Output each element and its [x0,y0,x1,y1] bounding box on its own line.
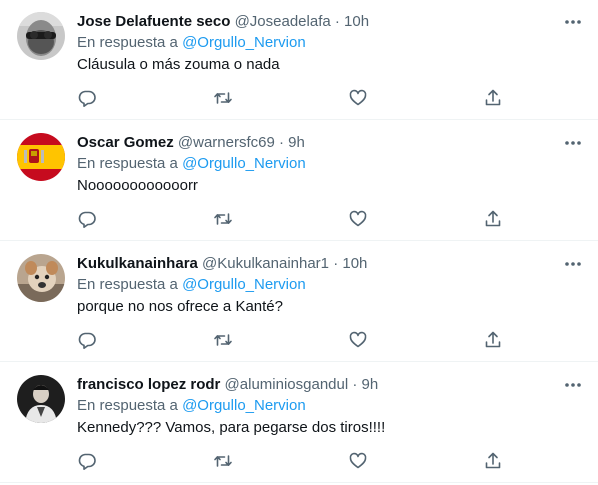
reply-context: En respuesta a @Orgullo_Nervion [77,396,306,416]
reply-button[interactable] [77,330,97,350]
reply-button[interactable] [77,451,97,471]
timestamp[interactable]: 9h [362,376,379,393]
more-icon [565,262,581,266]
author-handle[interactable]: @Kukulkanainhar1 [202,255,329,272]
reply-mention-link[interactable]: @Orgullo_Nervion [182,155,306,172]
retweet-icon [214,334,232,346]
reply-button[interactable] [77,209,97,229]
tweet-actions [0,451,598,471]
like-button[interactable] [348,330,368,350]
separator: · [333,255,339,272]
author-name[interactable]: francisco lopez rodr [77,376,220,393]
timestamp[interactable]: 10h [342,255,367,272]
reply-mention-link[interactable]: @Orgullo_Nervion [182,34,306,51]
avatar[interactable] [17,12,65,60]
more-icon [565,383,581,387]
tweet-text: Noooooooooooorr [77,177,198,194]
author-name[interactable]: Kukulkanainhara [77,255,198,272]
author-handle[interactable]: @Joseadelafa [235,13,331,30]
tweet[interactable]: Kukulkanainhara @Kukulkanainhar1 · 10h E… [0,242,598,362]
retweet-button[interactable] [213,451,233,471]
reply-mention-link[interactable]: @Orgullo_Nervion [182,276,306,293]
share-button[interactable] [483,88,503,108]
separator: · [279,134,284,151]
tweet-text: Kennedy??? Vamos, para pegarse dos tiros… [77,419,386,436]
retweet-button[interactable] [213,88,233,108]
tweet[interactable]: francisco lopez rodr @aluminiosgandul · … [0,363,598,483]
tweet-header: francisco lopez rodr @aluminiosgandul · … [77,375,378,395]
like-icon [349,210,367,227]
reply-button[interactable] [77,88,97,108]
tweet-text: Cláusula o más zouma o nada [77,56,280,73]
retweet-icon [214,213,232,225]
more-button[interactable] [562,375,584,395]
more-icon [565,141,581,145]
retweet-icon [214,92,232,104]
more-button[interactable] [562,254,584,274]
reply-context: En respuesta a @Orgullo_Nervion [77,275,306,295]
separator: · [334,13,340,30]
like-button[interactable] [348,209,368,229]
author-handle[interactable]: @warnersfc69 [178,134,275,151]
reply-icon [78,332,96,349]
retweet-icon [214,455,232,467]
avatar[interactable] [17,375,65,423]
share-button[interactable] [483,209,503,229]
author-handle[interactable]: @aluminiosgandul [225,376,349,393]
tweet-header: Oscar Gomez @warnersfc69 · 9h [77,133,305,153]
separator: · [352,376,358,393]
like-icon [349,452,367,469]
reply-prefix: En respuesta a [77,34,178,51]
tweet[interactable]: Jose Delafuente seco @Joseadelafa · 10h … [0,0,598,120]
more-button[interactable] [562,133,584,153]
like-icon [349,331,367,348]
reply-context: En respuesta a @Orgullo_Nervion [77,33,306,53]
reply-icon [78,453,96,470]
reply-feed: Jose Delafuente seco @Joseadelafa · 10h … [0,0,598,485]
tweet-actions [0,88,598,108]
like-icon [349,89,367,106]
reply-prefix: En respuesta a [77,155,178,172]
avatar[interactable] [17,133,65,181]
reply-context: En respuesta a @Orgullo_Nervion [77,154,306,174]
share-icon [485,210,501,227]
retweet-button[interactable] [213,330,233,350]
share-icon [485,89,501,106]
author-name[interactable]: Oscar Gomez [77,134,174,151]
reply-icon [78,90,96,107]
share-button[interactable] [483,330,503,350]
retweet-button[interactable] [213,209,233,229]
share-icon [485,331,501,348]
reply-mention-link[interactable]: @Orgullo_Nervion [182,397,306,414]
tweet-actions [0,330,598,350]
reply-icon [78,211,96,228]
tweet-actions [0,209,598,229]
share-icon [485,452,501,469]
tweet[interactable]: Oscar Gomez @warnersfc69 · 9h En respues… [0,121,598,241]
timestamp[interactable]: 10h [344,13,369,30]
reply-prefix: En respuesta a [77,276,178,293]
tweet-header: Kukulkanainhara @Kukulkanainhar1 · 10h [77,254,367,274]
share-button[interactable] [483,451,503,471]
tweet-header: Jose Delafuente seco @Joseadelafa · 10h [77,12,369,32]
avatar[interactable] [17,254,65,302]
more-button[interactable] [562,12,584,32]
more-icon [565,20,581,24]
tweet-text: porque no nos ofrece a Kanté? [77,298,283,315]
reply-prefix: En respuesta a [77,397,178,414]
like-button[interactable] [348,451,368,471]
timestamp[interactable]: 9h [288,134,305,151]
author-name[interactable]: Jose Delafuente seco [77,13,230,30]
like-button[interactable] [348,88,368,108]
